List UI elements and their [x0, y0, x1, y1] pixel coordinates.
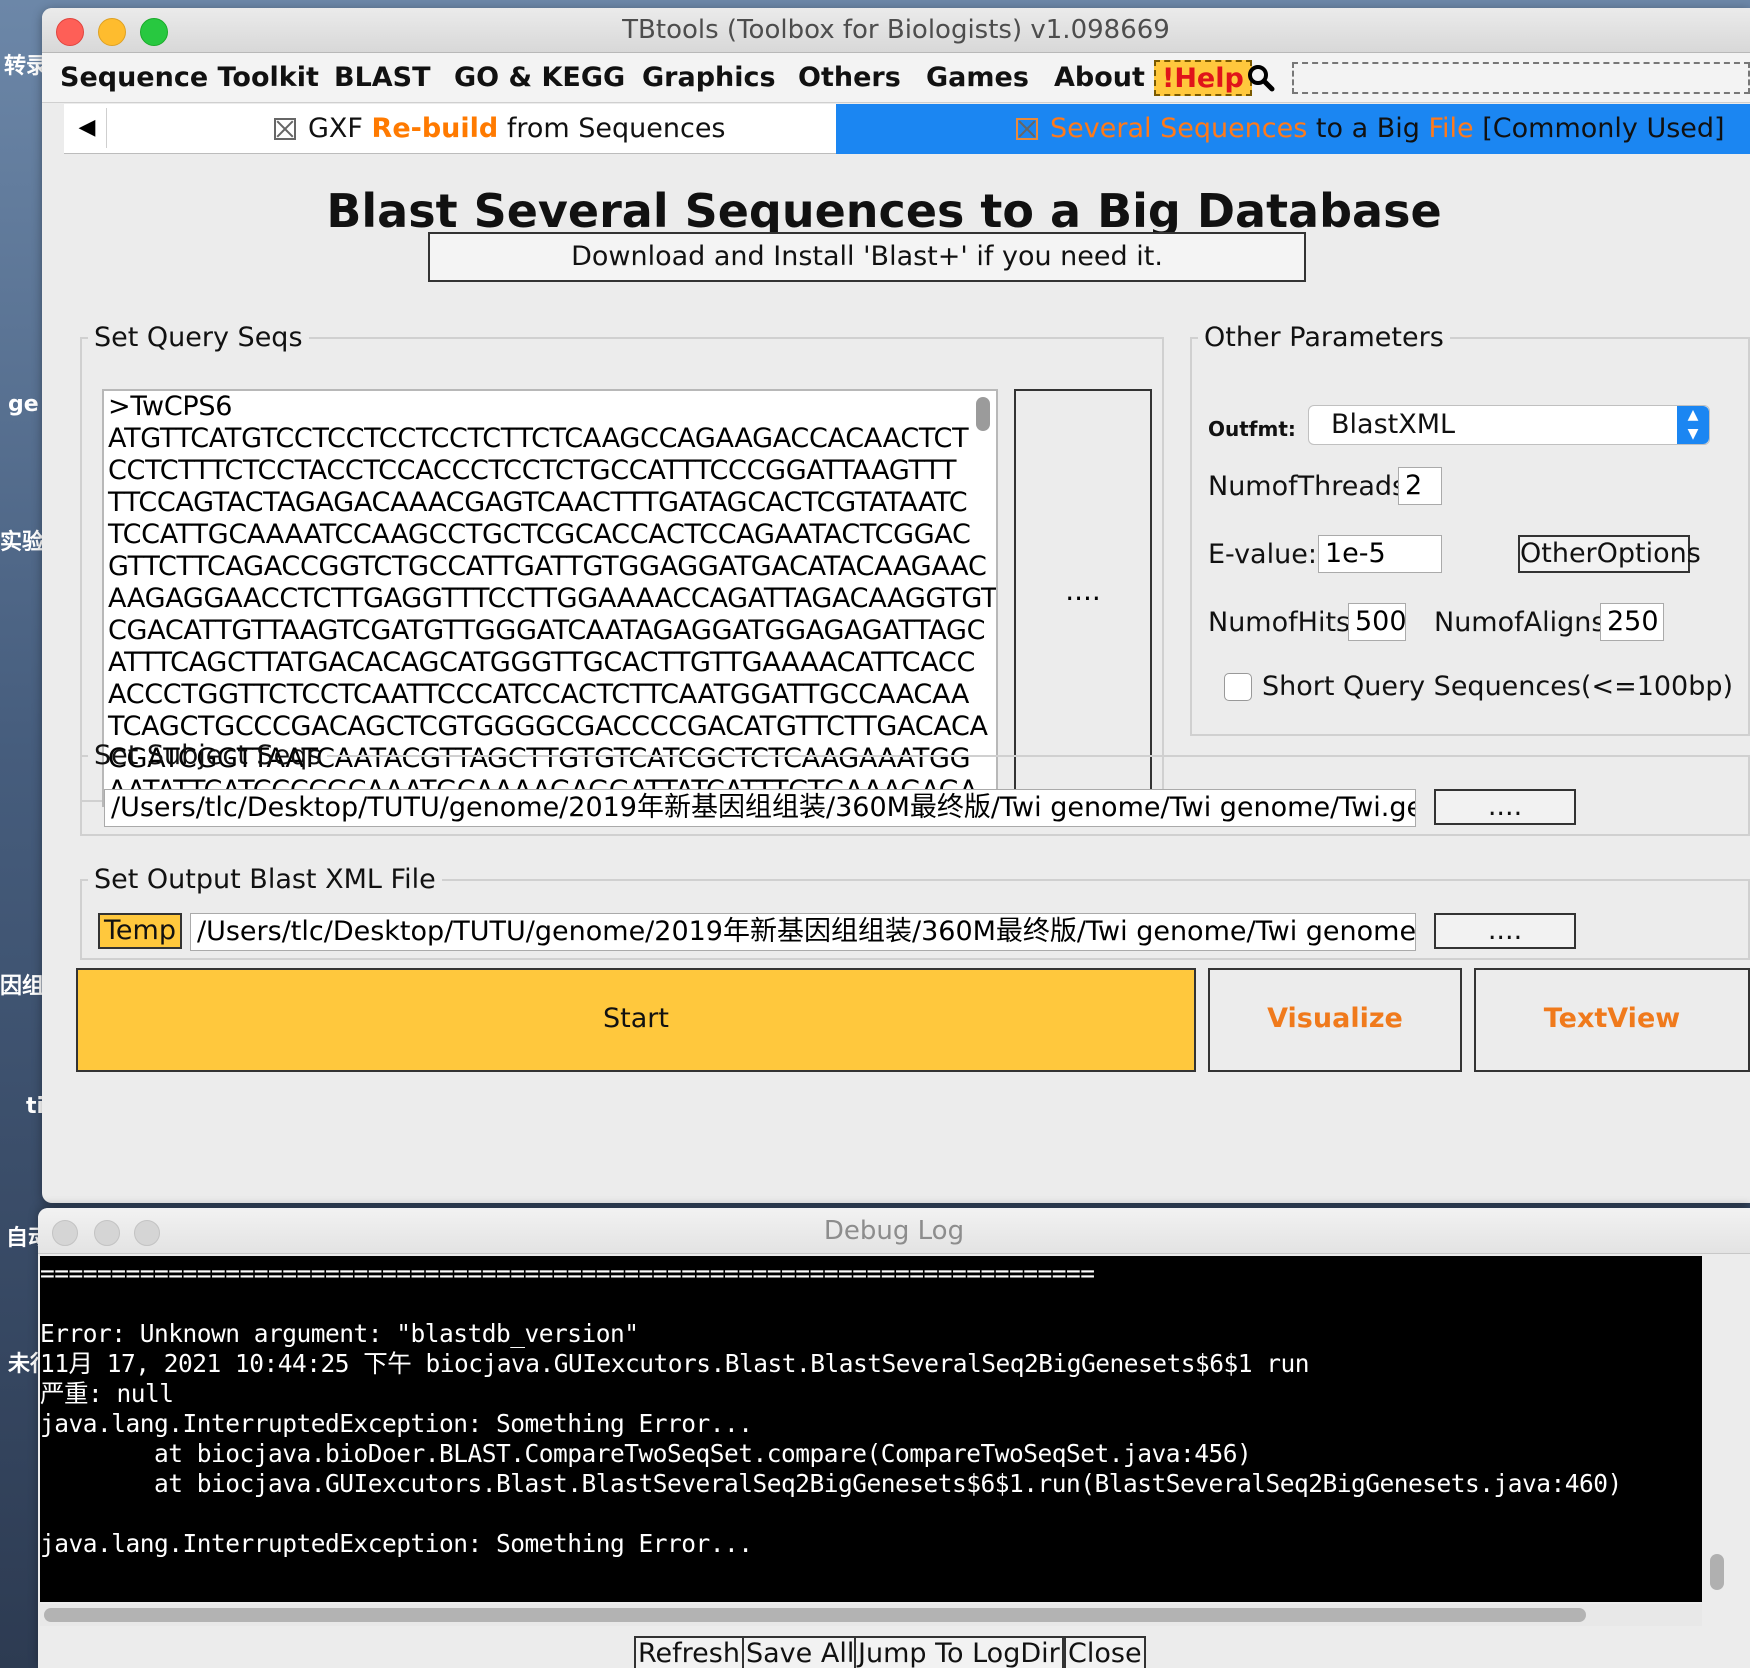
sequence-line: TTCCAGTACTAGAGACAAACGAGTCAACTTTGATAGCACT…	[108, 487, 968, 518]
short-query-checkbox[interactable]	[1224, 673, 1252, 701]
tab-content: Blast Several Sequences to a Big Databas…	[64, 154, 1750, 1176]
save-all-button[interactable]: Save All	[742, 1636, 859, 1668]
sequence-line: GTTCTTCAGACCGGTCTGCCATTGATTGTGGAGGATGACA…	[108, 551, 987, 582]
sequence-line: >TwCPS6	[108, 391, 233, 422]
outfmt-select[interactable]: BlastXML ▲ ▼	[1308, 405, 1710, 445]
jump-to-logdir-button[interactable]: Jump To LogDir	[854, 1636, 1064, 1668]
chevron-updown-icon: ▲ ▼	[1677, 406, 1709, 444]
menu-graphics[interactable]: Graphics	[642, 53, 776, 103]
download-blast-button[interactable]: Download and Install 'Blast+' if you nee…	[428, 232, 1306, 282]
menu-others[interactable]: Others	[798, 53, 901, 103]
desktop-label: 实验	[0, 530, 45, 555]
console-vertical-scrollbar[interactable]	[1710, 1554, 1724, 1590]
tab-close-icon[interactable]	[1016, 118, 1038, 140]
debug-title-bar[interactable]: Debug Log	[38, 1208, 1750, 1254]
sequence-line: CCTCTTTCTCCTACCTCCACCCTCCTCTGCCATTTCCCGG…	[108, 455, 957, 486]
output-file-group: Set Output Blast XML File Temp /Users/tl…	[80, 864, 1750, 960]
menu-about[interactable]: About	[1054, 53, 1145, 103]
aligns-input[interactable]: 250	[1600, 603, 1664, 641]
sequence-line: TCCATTGCAAAATCCAAGCCTGCTCGCACCACTCCAGAAT…	[108, 519, 971, 550]
refresh-button[interactable]: Refresh	[634, 1636, 744, 1668]
console-line: java.lang.InterruptedException: Somethin…	[40, 1529, 753, 1558]
tab-close-icon[interactable]	[274, 118, 296, 140]
console-line: Error: Unknown argument: "blastdb_versio…	[40, 1319, 639, 1348]
other-params-group: Other Parameters Outfmt: BlastXML ▲ ▼ Num…	[1190, 322, 1750, 736]
console-horizontal-scrollbar[interactable]	[40, 1604, 1702, 1626]
console-line: ========================================…	[40, 1259, 1095, 1288]
main-window: TBtools (Toolbox for Biologists) v1.0986…	[42, 8, 1750, 1203]
menu-go-kegg[interactable]: GO & KEGG	[454, 53, 625, 103]
hits-input[interactable]: 500	[1348, 603, 1406, 641]
sequence-line: TCAGCTGCCCGACAGCTCGTGGGGCGACCCCGACATGTTC…	[108, 711, 988, 742]
title-bar[interactable]: TBtools (Toolbox for Biologists) v1.0986…	[42, 8, 1750, 53]
textview-button[interactable]: TextView	[1474, 968, 1750, 1072]
console-line: 11月 17, 2021 10:44:25 下午 biocjava.GUIexc…	[40, 1349, 1310, 1378]
subject-seqs-legend: Set Subject Seqs	[94, 740, 322, 771]
tab-bar: ◀ GXF Re-build from Sequences Several Se…	[64, 104, 1750, 154]
desktop-label: ge	[8, 392, 39, 417]
output-file-legend: Set Output Blast XML File	[94, 864, 436, 895]
console-line: at biocjava.GUIexcutors.Blast.BlastSever…	[40, 1469, 1622, 1498]
tab-scroll-left-icon[interactable]: ◀	[68, 108, 107, 148]
tab-several-seqs-big-file[interactable]: Several Sequences to a Big File [Commonl…	[836, 104, 1750, 154]
search-input[interactable]	[1292, 62, 1750, 94]
window-title: TBtools (Toolbox for Biologists) v1.0986…	[622, 15, 1170, 45]
other-options-button[interactable]: OtherOptions	[1518, 535, 1701, 573]
menu-bar: Sequence Toolkit BLAST GO & KEGG Graphic…	[42, 53, 1750, 103]
console-content: ========================================…	[40, 1256, 1702, 1559]
start-button[interactable]: Start	[76, 968, 1196, 1072]
output-browse-button[interactable]: ....	[1434, 913, 1576, 949]
output-path-input[interactable]: /Users/tlc/Desktop/TUTU/genome/2019年新基因组…	[190, 913, 1416, 951]
other-params-legend: Other Parameters	[1204, 322, 1444, 353]
debug-window-title: Debug Log	[823, 1216, 965, 1246]
menu-sequence-toolkit[interactable]: Sequence Toolkit	[60, 53, 319, 103]
menu-games[interactable]: Games	[926, 53, 1029, 103]
menu-blast[interactable]: BLAST	[334, 53, 431, 103]
debug-console[interactable]: ========================================…	[40, 1256, 1702, 1602]
query-seqs-legend: Set Query Seqs	[94, 322, 303, 353]
evalue-input[interactable]: 1e-5	[1318, 535, 1442, 573]
sequence-line: AAGAGGAACCTCTTGAGGTTTCCTTGGAAAACCAGATTAG…	[108, 583, 998, 614]
subject-browse-button[interactable]: ....	[1434, 789, 1576, 825]
query-seqs-group: Set Query Seqs >TwCPS6 ATGTTCATGTCCTCCTCC…	[80, 322, 1164, 811]
visualize-button[interactable]: Visualize	[1208, 968, 1462, 1072]
aligns-label: NumofAligns:	[1434, 607, 1615, 638]
sequence-line: CGACATTGTTAAGTCGATGTTGGGATCAATAGAGGATGGA…	[108, 615, 986, 646]
help-button[interactable]: !Help	[1154, 60, 1252, 96]
close-button[interactable]: Close	[1064, 1636, 1146, 1668]
console-line: 严重: null	[40, 1379, 174, 1408]
sequence-line: ATGTTCATGTCCTCCTCCTCCTCTTCTCAAGCCAGAAGAC…	[108, 423, 969, 454]
desktop-label: 因组	[0, 974, 45, 999]
tab-gxf-rebuild[interactable]: GXF Re-build from Sequences	[274, 104, 726, 154]
textarea-scrollbar[interactable]	[976, 397, 990, 431]
sequence-line: ACCCTGGTTCTCCTCAATTCCCATCCACTCTTCAATGGAT…	[108, 679, 970, 710]
subject-seqs-group: Set Subject Seqs /Users/tlc/Desktop/TUTU…	[80, 740, 1750, 836]
temp-button[interactable]: Temp	[98, 913, 182, 949]
threads-input[interactable]: 2	[1398, 467, 1442, 505]
search-icon[interactable]	[1246, 63, 1276, 93]
page-title: Blast Several Sequences to a Big Databas…	[326, 184, 1442, 238]
evalue-label: E-value:	[1208, 539, 1317, 570]
debug-log-window: Debug Log ==============================…	[38, 1208, 1750, 1668]
scrollbar-thumb[interactable]	[44, 1608, 1586, 1622]
short-query-label: Short Query Sequences(<=100bp)	[1262, 671, 1734, 702]
console-line: at biocjava.bioDoer.BLAST.CompareTwoSeqS…	[40, 1439, 1252, 1468]
hits-label: NumofHits:	[1208, 607, 1360, 638]
console-line: java.lang.InterruptedException: Somethin…	[40, 1409, 753, 1438]
sequence-line: ATTTCAGCTTATGACACAGCATGGGTTGCACTTGTTGAAA…	[108, 647, 975, 678]
threads-label: NumofThreads:	[1208, 471, 1416, 502]
outfmt-label: Outfmt:	[1208, 417, 1296, 441]
subject-path-input[interactable]: /Users/tlc/Desktop/TUTU/genome/2019年新基因组…	[104, 789, 1416, 827]
